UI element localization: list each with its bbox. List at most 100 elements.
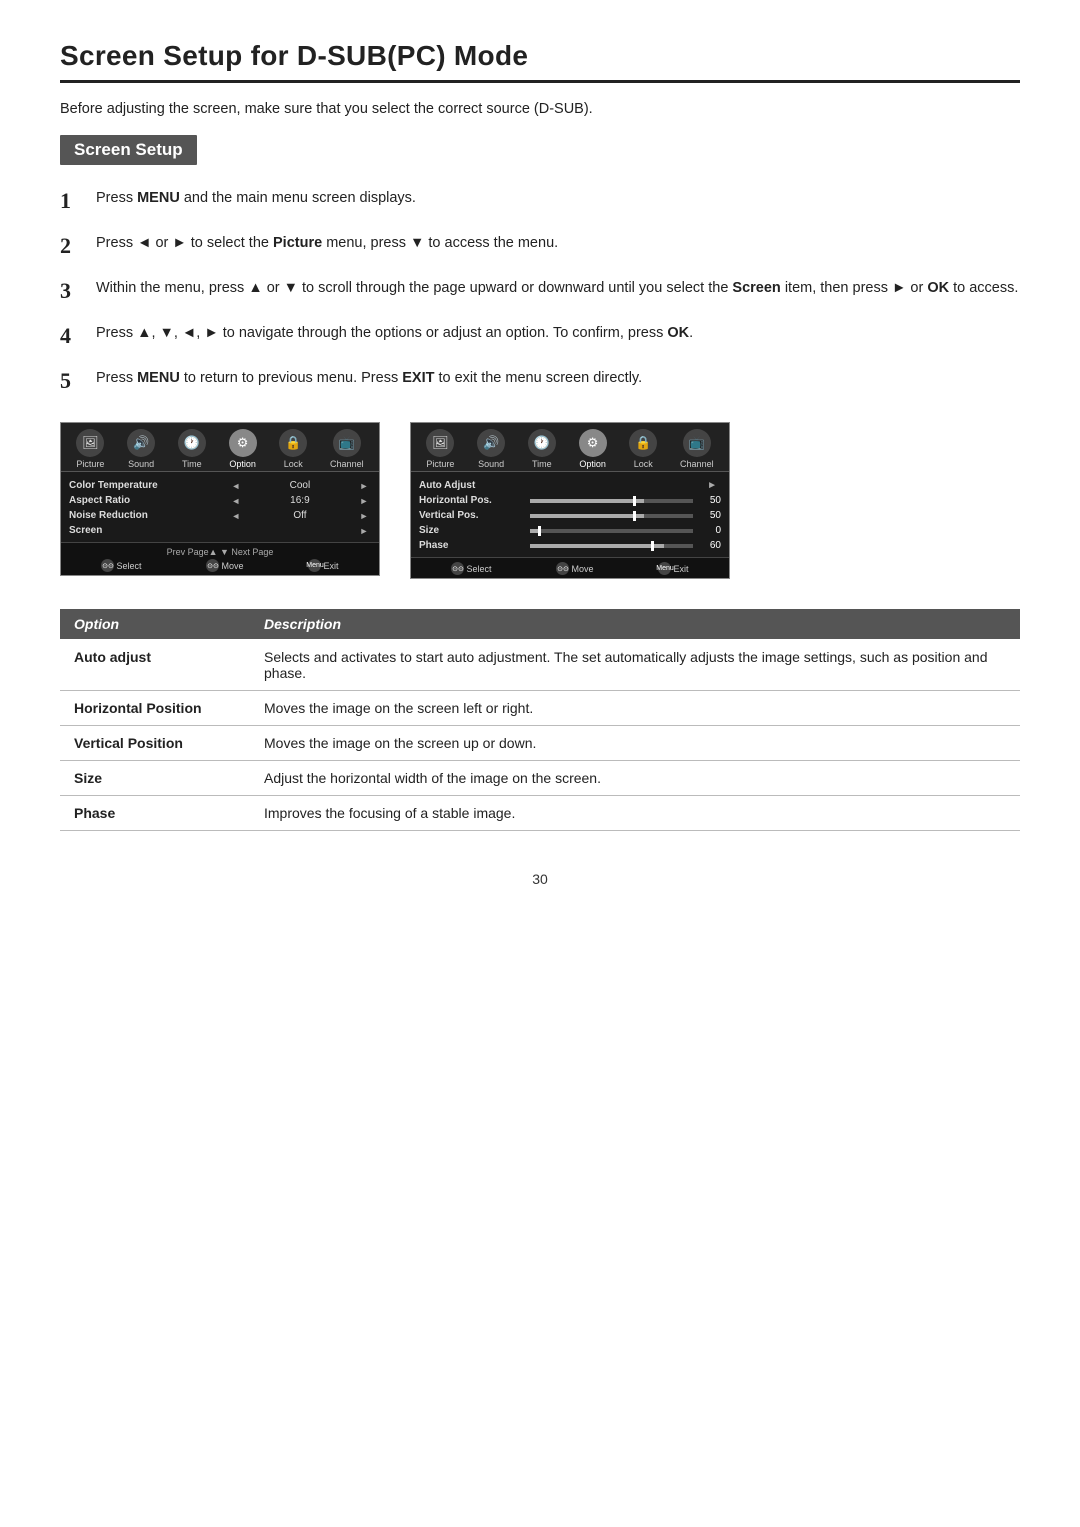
right-row-thumb-2 xyxy=(633,511,636,521)
step-text-2: Press ◄ or ► to select the Picture menu,… xyxy=(96,232,1020,254)
right-row-label-1: Horizontal Pos. xyxy=(419,495,524,506)
left-footer-btn-0: ⊙⊙ xyxy=(101,559,114,572)
table-option-2: Vertical Position xyxy=(60,726,250,761)
left-row-label-2: Noise Reduction xyxy=(69,510,229,521)
right-footer-btn-1: ⊙⊙ xyxy=(556,562,569,575)
right-row-val-3: 0 xyxy=(699,525,721,536)
left-row-arrow-l-1: ◄ xyxy=(229,496,243,506)
table-desc-3: Adjust the horizontal width of the image… xyxy=(250,761,1020,796)
right-row-label-4: Phase xyxy=(419,540,524,551)
step-text-1: Press MENU and the main menu screen disp… xyxy=(96,187,1020,209)
table-desc-1: Moves the image on the screen left or ri… xyxy=(250,691,1020,726)
right-menu-row-0: Auto Adjust► xyxy=(419,478,721,493)
right-menu-row-1: Horizontal Pos. 50 xyxy=(419,493,721,508)
left-row-arrow-r-2: ► xyxy=(357,511,371,521)
menu-icon-option: ⚙ Option xyxy=(229,429,257,469)
left-menu-row-3: Screen► xyxy=(69,523,371,538)
icon-circle-picture: 🖼 xyxy=(76,429,104,457)
left-menu-row-2: Noise Reduction◄Off► xyxy=(69,508,371,523)
right-footer-label-0: Select xyxy=(466,564,491,574)
intro-text: Before adjusting the screen, make sure t… xyxy=(60,101,1020,117)
table-header-option: Option xyxy=(60,609,250,639)
icon-label-option: Option xyxy=(579,459,606,469)
step-num-1: 1 xyxy=(60,184,96,218)
left-menu-row-1: Aspect Ratio◄16:9► xyxy=(69,493,371,508)
left-row-arrow-l-0: ◄ xyxy=(229,481,243,491)
right-row-thumb-4 xyxy=(651,541,654,551)
step-text-5: Press MENU to return to previous menu. P… xyxy=(96,367,1020,389)
right-footer-item-0: ⊙⊙Select xyxy=(451,562,491,575)
icon-label-time: Time xyxy=(182,459,202,469)
menu-icon-channel: 📺 Channel xyxy=(330,429,364,469)
option-table: Option Description Auto adjustSelects an… xyxy=(60,609,1020,831)
left-footer-btn-1: ⊙⊙ xyxy=(206,559,219,572)
icon-label-lock: Lock xyxy=(284,459,303,469)
table-desc-0: Selects and activates to start auto adju… xyxy=(250,639,1020,691)
menu-icon-sound: 🔊 Sound xyxy=(477,429,505,469)
menu-screenshots: 🖼Picture🔊Sound🕐Time⚙Option🔒Lock📺Channel … xyxy=(60,422,1020,579)
right-row-track-1 xyxy=(530,499,693,503)
step-5: 5Press MENU to return to previous menu. … xyxy=(60,367,1020,398)
icon-circle-option: ⚙ xyxy=(229,429,257,457)
right-row-label-3: Size xyxy=(419,525,524,536)
menu-icon-lock: 🔒 Lock xyxy=(279,429,307,469)
left-footer-label-1: Move xyxy=(221,561,243,571)
left-row-value-1: 16:9 xyxy=(243,495,357,506)
right-row-val-2: 50 xyxy=(699,510,721,521)
left-footer-controls: ⊙⊙Select⊙⊙MoveMenuExit xyxy=(69,559,371,572)
right-menu-box: 🖼Picture🔊Sound🕐Time⚙Option🔒Lock📺Channel … xyxy=(410,422,730,579)
right-row-fill-1 xyxy=(530,499,644,503)
left-footer-item-0: ⊙⊙Select xyxy=(101,559,141,572)
right-menu-row-3: Size 0 xyxy=(419,523,721,538)
left-menu-box: 🖼Picture🔊Sound🕐Time⚙Option🔒Lock📺Channel … xyxy=(60,422,380,576)
right-row-val-1: 50 xyxy=(699,495,721,506)
right-row-thumb-1 xyxy=(633,496,636,506)
table-row-4: PhaseImproves the focusing of a stable i… xyxy=(60,796,1020,831)
step-num-5: 5 xyxy=(60,364,96,398)
icon-circle-picture: 🖼 xyxy=(426,429,454,457)
right-row-val-4: 60 xyxy=(699,540,721,551)
icon-label-sound: Sound xyxy=(478,459,504,469)
right-footer-item-2: MenuExit xyxy=(658,562,688,575)
section-header: Screen Setup xyxy=(60,135,197,165)
icon-circle-time: 🕐 xyxy=(178,429,206,457)
left-menu-row-0: Color Temperature◄Cool► xyxy=(69,478,371,493)
left-footer-item-2: MenuExit xyxy=(308,559,338,572)
table-option-0: Auto adjust xyxy=(60,639,250,691)
left-row-value-0: Cool xyxy=(243,480,357,491)
right-footer-item-1: ⊙⊙Move xyxy=(556,562,593,575)
icon-circle-channel: 📺 xyxy=(683,429,711,457)
icon-label-time: Time xyxy=(532,459,552,469)
step-1: 1Press MENU and the main menu screen dis… xyxy=(60,187,1020,218)
title-divider xyxy=(60,80,1020,83)
menu-icon-picture: 🖼Picture xyxy=(426,429,454,469)
left-menu-footer: Prev Page▲ ▼ Next Page ⊙⊙Select⊙⊙MoveMen… xyxy=(61,542,379,575)
menu-icon-sound: 🔊Sound xyxy=(127,429,155,469)
left-row-label-0: Color Temperature xyxy=(69,480,229,491)
table-header-description: Description xyxy=(250,609,1020,639)
menu-icon-channel: 📺 Channel xyxy=(680,429,714,469)
icon-label-sound: Sound xyxy=(128,459,154,469)
step-num-4: 4 xyxy=(60,319,96,353)
right-footer-btn-0: ⊙⊙ xyxy=(451,562,464,575)
step-4: 4Press ▲, ▼, ◄, ► to navigate through th… xyxy=(60,322,1020,353)
right-footer-label-1: Move xyxy=(571,564,593,574)
right-row-track-3 xyxy=(530,529,693,533)
step-num-3: 3 xyxy=(60,274,96,308)
icon-circle-option: ⚙ xyxy=(579,429,607,457)
table-row-2: Vertical PositionMoves the image on the … xyxy=(60,726,1020,761)
right-row-label-0: Auto Adjust xyxy=(419,480,524,491)
left-footer-label-0: Select xyxy=(116,561,141,571)
step-3: 3Within the menu, press ▲ or ▼ to scroll… xyxy=(60,277,1020,308)
table-row-1: Horizontal PositionMoves the image on th… xyxy=(60,691,1020,726)
icon-circle-lock: 🔒 xyxy=(279,429,307,457)
page-title: Screen Setup for D-SUB(PC) Mode xyxy=(60,40,1020,72)
left-row-value-2: Off xyxy=(243,510,357,521)
icon-label-channel: Channel xyxy=(680,459,714,469)
page-number: 30 xyxy=(60,871,1020,887)
icon-circle-sound: 🔊 xyxy=(477,429,505,457)
icon-circle-channel: 📺 xyxy=(333,429,361,457)
icon-label-option: Option xyxy=(229,459,256,469)
icon-label-channel: Channel xyxy=(330,459,364,469)
table-option-3: Size xyxy=(60,761,250,796)
